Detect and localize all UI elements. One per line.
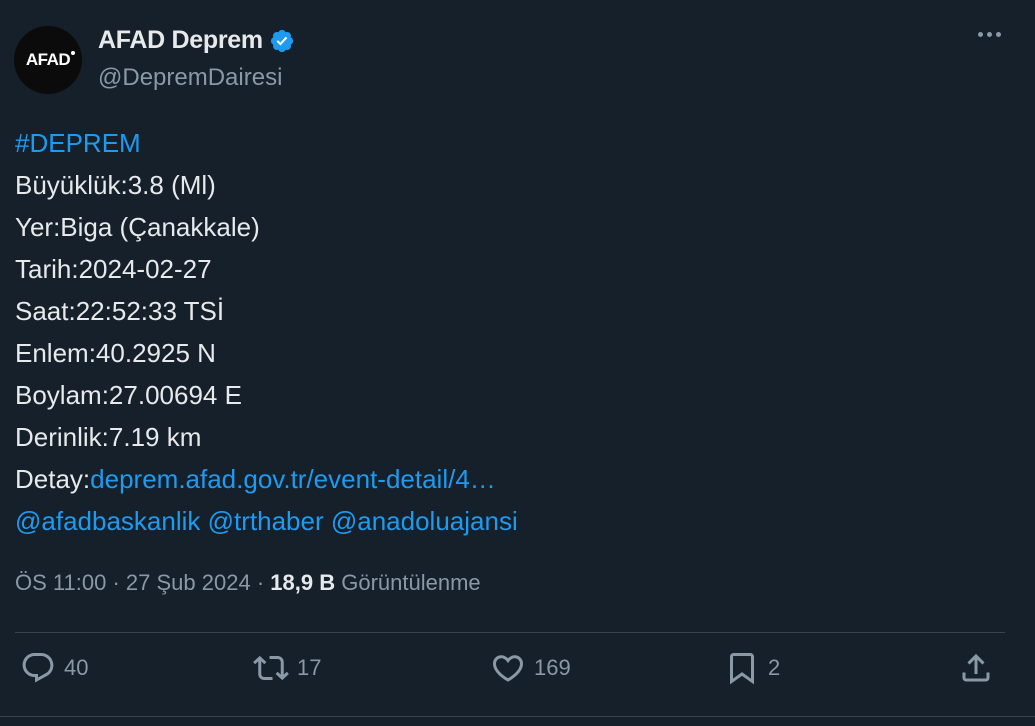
tweet-line-date: Tarih:2024-02-27: [15, 254, 212, 284]
more-dot-icon: [978, 32, 983, 37]
author-name-row: AFAD Deprem: [98, 26, 295, 55]
retweet-count: 17: [297, 655, 322, 680]
author-display-name[interactable]: AFAD Deprem: [98, 26, 263, 55]
share-button[interactable]: [958, 650, 994, 686]
avatar-logo-text: AFAD: [25, 50, 76, 69]
avatar[interactable]: AFAD: [14, 26, 82, 94]
tweet-body: #DEPREM Büyüklük:3.8 (Ml) Yer:Biga (Çana…: [15, 122, 518, 542]
more-dot-icon: [987, 32, 992, 37]
like-count: 169: [534, 655, 571, 680]
tweet-time[interactable]: ÖS 11:00: [15, 570, 106, 595]
retweet-button[interactable]: 17: [253, 650, 321, 686]
tweet-line-location: Yer:Biga (Çanakkale): [15, 212, 260, 242]
mention-link[interactable]: @anadoluajansi: [331, 506, 518, 536]
more-dot-icon: [996, 32, 1001, 37]
reply-button[interactable]: 40: [20, 650, 88, 686]
hashtag-link[interactable]: #DEPREM: [15, 128, 141, 158]
reply-icon: [22, 653, 54, 683]
tweet-line-time: Saat:22:52:33 TSİ: [15, 296, 225, 326]
like-button[interactable]: 169: [490, 650, 571, 686]
tweet-card: AFAD AFAD Deprem @DepremDairesi #DEPREM …: [0, 0, 1035, 726]
heart-icon: [492, 655, 524, 682]
detail-link[interactable]: deprem.afad.gov.tr/event-detail/4…: [90, 464, 496, 494]
bookmark-icon: [730, 653, 754, 685]
bookmark-button[interactable]: 2: [724, 650, 780, 686]
retweet-icon: [253, 655, 289, 681]
tweet-line-depth: Derinlik:7.19 km: [15, 422, 202, 452]
tweet-line-latitude: Enlem:40.2925 N: [15, 338, 216, 368]
reply-count: 40: [64, 655, 89, 680]
tweet-date[interactable]: 27 Şub 2024: [126, 570, 251, 595]
bookmark-count: 2: [768, 655, 781, 680]
detail-label: Detay:: [15, 464, 91, 494]
tweet-line-magnitude: Büyüklük:3.8 (Ml): [15, 170, 216, 200]
more-options-button[interactable]: [978, 32, 1001, 37]
divider: [15, 632, 1005, 633]
views-count: 18,9 B: [270, 570, 336, 595]
tweet-meta: ÖS 11:00 · 27 Şub 2024 · 18,9 B Görüntül…: [15, 570, 481, 596]
meta-separator: ·: [256, 570, 271, 595]
meta-separator: ·: [112, 570, 126, 595]
verified-badge-icon: [270, 29, 293, 52]
views-label: Görüntülenme: [341, 570, 481, 595]
author-handle[interactable]: @DepremDairesi: [98, 64, 282, 92]
action-bar: 40 17 169 2: [0, 650, 1035, 700]
mention-link[interactable]: @trthaber: [208, 506, 324, 536]
bottom-divider: [0, 716, 1035, 717]
share-icon: [962, 653, 990, 682]
mention-link[interactable]: @afadbaskanlik: [15, 506, 200, 536]
tweet-line-longitude: Boylam:27.00694 E: [15, 380, 242, 410]
